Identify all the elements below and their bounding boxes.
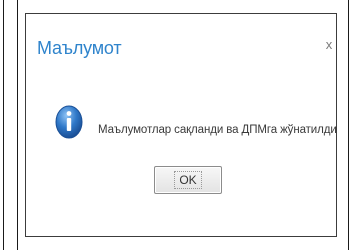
info-icon: [55, 105, 83, 139]
message-dialog: Маълумот x Маълумотлар сақланди ва ДПМга…: [25, 13, 337, 237]
table-left-cell: [4, 0, 18, 250]
close-icon[interactable]: x: [322, 38, 336, 52]
dialog-title: Маълумот: [37, 38, 122, 58]
ok-button-label: OK: [174, 171, 202, 189]
dialog-message: Маълумотлар сақланди ва ДПМга жўнатилди: [98, 124, 337, 136]
ok-button[interactable]: OK: [154, 166, 222, 194]
